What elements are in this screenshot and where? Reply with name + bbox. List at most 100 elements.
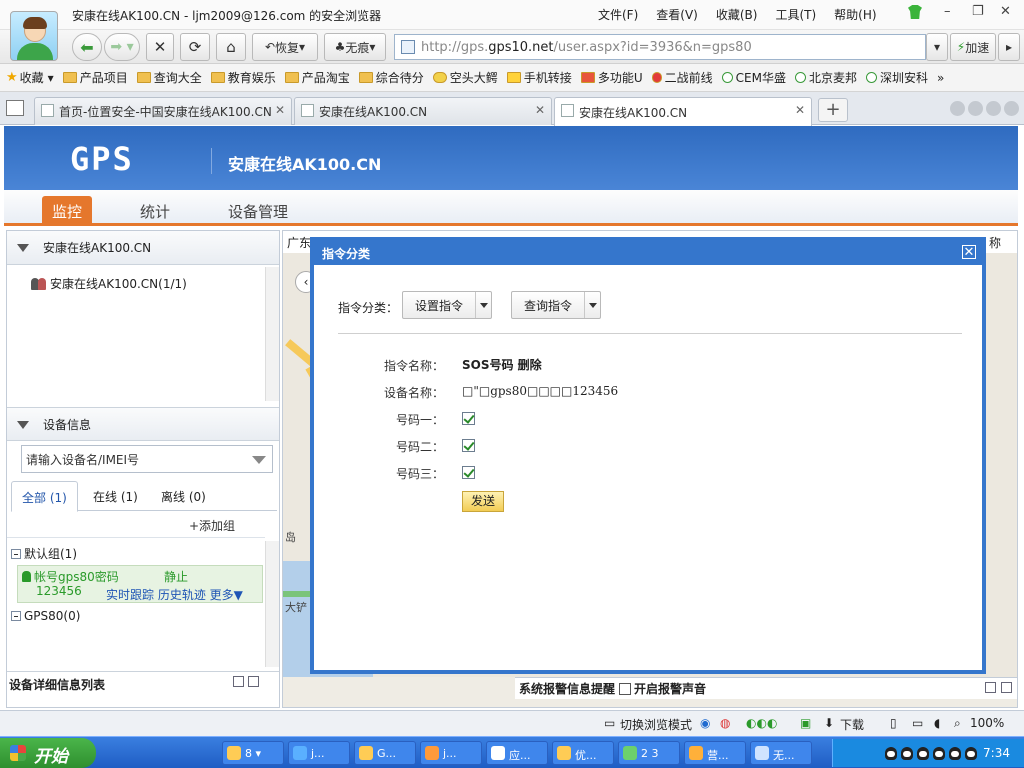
minimize-panel-icon[interactable] (985, 682, 996, 693)
toggle-icon[interactable]: ◐◐◐ (746, 716, 777, 730)
back-icon[interactable]: ⬅ (72, 33, 102, 61)
taskbar-item[interactable]: 2 3 (618, 741, 680, 765)
device-search-input[interactable]: 请输入设备名/IMEI号 (21, 445, 273, 473)
tree-panel-header[interactable]: 安康在线AK100.CN (7, 231, 279, 265)
taskbar-item[interactable]: 无... (750, 741, 812, 765)
menu-file[interactable]: 文件(F) (598, 6, 638, 23)
close-icon[interactable]: ✕ (962, 245, 976, 259)
restore-button[interactable]: ↶ 恢复 ▾ (252, 33, 318, 61)
tree-item-account[interactable]: 安康在线AK100.CN(1/1) (31, 275, 187, 292)
tab-scroll-left-icon[interactable] (950, 101, 965, 116)
close-tab-icon[interactable]: ✕ (795, 103, 805, 117)
refresh-icon[interactable]: ⟳ (180, 33, 210, 61)
menu-favorites[interactable]: 收藏(B) (716, 6, 758, 23)
alarm-sound-checkbox[interactable] (619, 682, 632, 695)
minimize-panel-icon[interactable] (233, 676, 244, 687)
stop-icon[interactable]: ✕ (146, 33, 174, 61)
taskbar-item[interactable]: 应... (486, 741, 548, 765)
qq-icon[interactable] (917, 747, 929, 760)
tab-offline[interactable]: 离线 (0) (151, 481, 216, 512)
chevron-down-icon[interactable] (475, 292, 491, 318)
clock[interactable]: 7:34 (983, 746, 1010, 760)
qq-icon[interactable] (949, 747, 961, 760)
home-icon[interactable]: ⌂ (216, 33, 246, 61)
bookmark-item[interactable]: 产品项目 (62, 69, 128, 86)
tab-home[interactable]: 首页-位置安全-中国安康在线AK100.CN ✕ (34, 97, 292, 125)
device-row[interactable]: 帐号gps80密码 静止 123456 实时跟踪 历史轨迹 更多▼ (17, 565, 263, 603)
address-bar[interactable]: http://gps. gps10.net/user.aspx?id=3936&n… (394, 34, 926, 60)
query-command-dropdown[interactable]: 查询指令 (511, 291, 601, 319)
qq-icon[interactable] (965, 747, 977, 760)
go-icon[interactable]: ▸ (998, 33, 1020, 61)
new-tab-button[interactable]: + (818, 98, 848, 122)
taskbar-item[interactable]: 优... (552, 741, 614, 765)
collapse-icon[interactable] (17, 421, 29, 429)
qq-icon[interactable] (933, 747, 945, 760)
tree-scrollbar[interactable] (265, 267, 279, 401)
bookmark-item[interactable]: 手机转接 (506, 69, 572, 86)
bookmark-item[interactable]: 多功能U (580, 69, 643, 86)
nav-device-management[interactable]: 设备管理 (218, 196, 298, 226)
traceless-button[interactable]: ♣ 无痕 ▾ (324, 33, 386, 61)
bookmark-item[interactable]: 北京麦邦 (794, 69, 857, 86)
page-icon[interactable]: ▯ (890, 716, 897, 730)
address-dropdown-icon[interactable]: ▾ (926, 33, 948, 61)
bookmark-item[interactable]: 综合待分 (358, 69, 424, 86)
start-button[interactable]: 开始 (0, 738, 96, 768)
bookmark-favorites[interactable]: ★ 收藏 ▾ (6, 69, 54, 86)
number-one-checkbox[interactable] (462, 412, 475, 425)
close-tab-icon[interactable]: ✕ (535, 103, 545, 117)
download-icon[interactable]: ⬇ (824, 716, 834, 730)
taskbar-item[interactable]: j... (420, 741, 482, 765)
tab-ak100-active[interactable]: 安康在线AK100.CN ✕ (554, 97, 812, 126)
number-two-checkbox[interactable] (462, 439, 475, 452)
chevron-down-icon[interactable] (584, 292, 600, 318)
tab-all[interactable]: 全部 (1) (11, 481, 78, 512)
skin-icon[interactable] (908, 5, 922, 19)
menu-view[interactable]: 查看(V) (656, 6, 698, 23)
more-bookmarks-icon[interactable]: » (937, 71, 944, 85)
menu-help[interactable]: 帮助(H) (834, 6, 876, 23)
taskbar-item[interactable]: 8 ▾ (222, 741, 284, 765)
collapse-icon[interactable] (11, 548, 21, 559)
bookmark-item[interactable]: 空头大鳄 (432, 69, 498, 86)
zoom-icon[interactable]: ⌕ (954, 716, 961, 731)
tab-online[interactable]: 在线 (1) (83, 481, 148, 512)
nav-statistics[interactable]: 统计 (130, 196, 180, 226)
close-window-icon[interactable]: ✕ (1000, 4, 1011, 19)
close-tab-icon[interactable]: ✕ (275, 103, 285, 117)
number-three-checkbox[interactable] (462, 466, 475, 479)
maximize-panel-icon[interactable] (1001, 682, 1012, 693)
bookmark-item[interactable]: 二战前线 (651, 69, 713, 86)
set-command-dropdown[interactable]: 设置指令 (402, 291, 492, 319)
bookmark-item[interactable]: 深圳安科 (865, 69, 928, 86)
taskbar-item[interactable]: j... (288, 741, 350, 765)
minimize-icon[interactable]: – (944, 4, 951, 19)
collapse-icon[interactable] (11, 611, 21, 621)
taskbar-item[interactable]: 营... (684, 741, 746, 765)
menu-tools[interactable]: 工具(T) (775, 6, 816, 23)
send-button[interactable]: 发送 (462, 491, 504, 512)
volume-icon[interactable]: ◖ (934, 716, 940, 730)
device-detail-list-header[interactable]: 设备详细信息列表 (7, 671, 279, 697)
maximize-panel-icon[interactable] (248, 676, 259, 687)
tab-menu-icon[interactable] (986, 101, 1001, 116)
speedup-button[interactable]: ⚡ 加速 (950, 33, 996, 61)
tab-scroll-right-icon[interactable] (968, 101, 983, 116)
collapse-icon[interactable] (17, 244, 29, 252)
tab-list-icon[interactable] (6, 100, 24, 116)
switch-mode-icon[interactable]: ▭ (604, 716, 615, 730)
qq-icon[interactable] (885, 747, 897, 760)
block-icon[interactable]: ▣ (800, 716, 811, 730)
device-links[interactable]: 实时跟踪 历史轨迹 更多▼ (106, 586, 243, 603)
download-label[interactable]: 下载 (840, 716, 864, 733)
user-avatar[interactable] (10, 11, 58, 61)
bookmark-item[interactable]: 查询大全 (136, 69, 202, 86)
chevron-down-icon[interactable] (252, 456, 266, 464)
zoom-level[interactable]: 100% (970, 716, 1004, 730)
group-default[interactable]: 默认组(1) (11, 545, 77, 562)
tab-ak100-1[interactable]: 安康在线AK100.CN ✕ (294, 97, 552, 125)
add-group-button[interactable]: +添加组 (189, 517, 235, 534)
shield-icon[interactable]: ◍ (720, 716, 730, 730)
switch-mode-label[interactable]: 切换浏览模式 (620, 716, 692, 733)
